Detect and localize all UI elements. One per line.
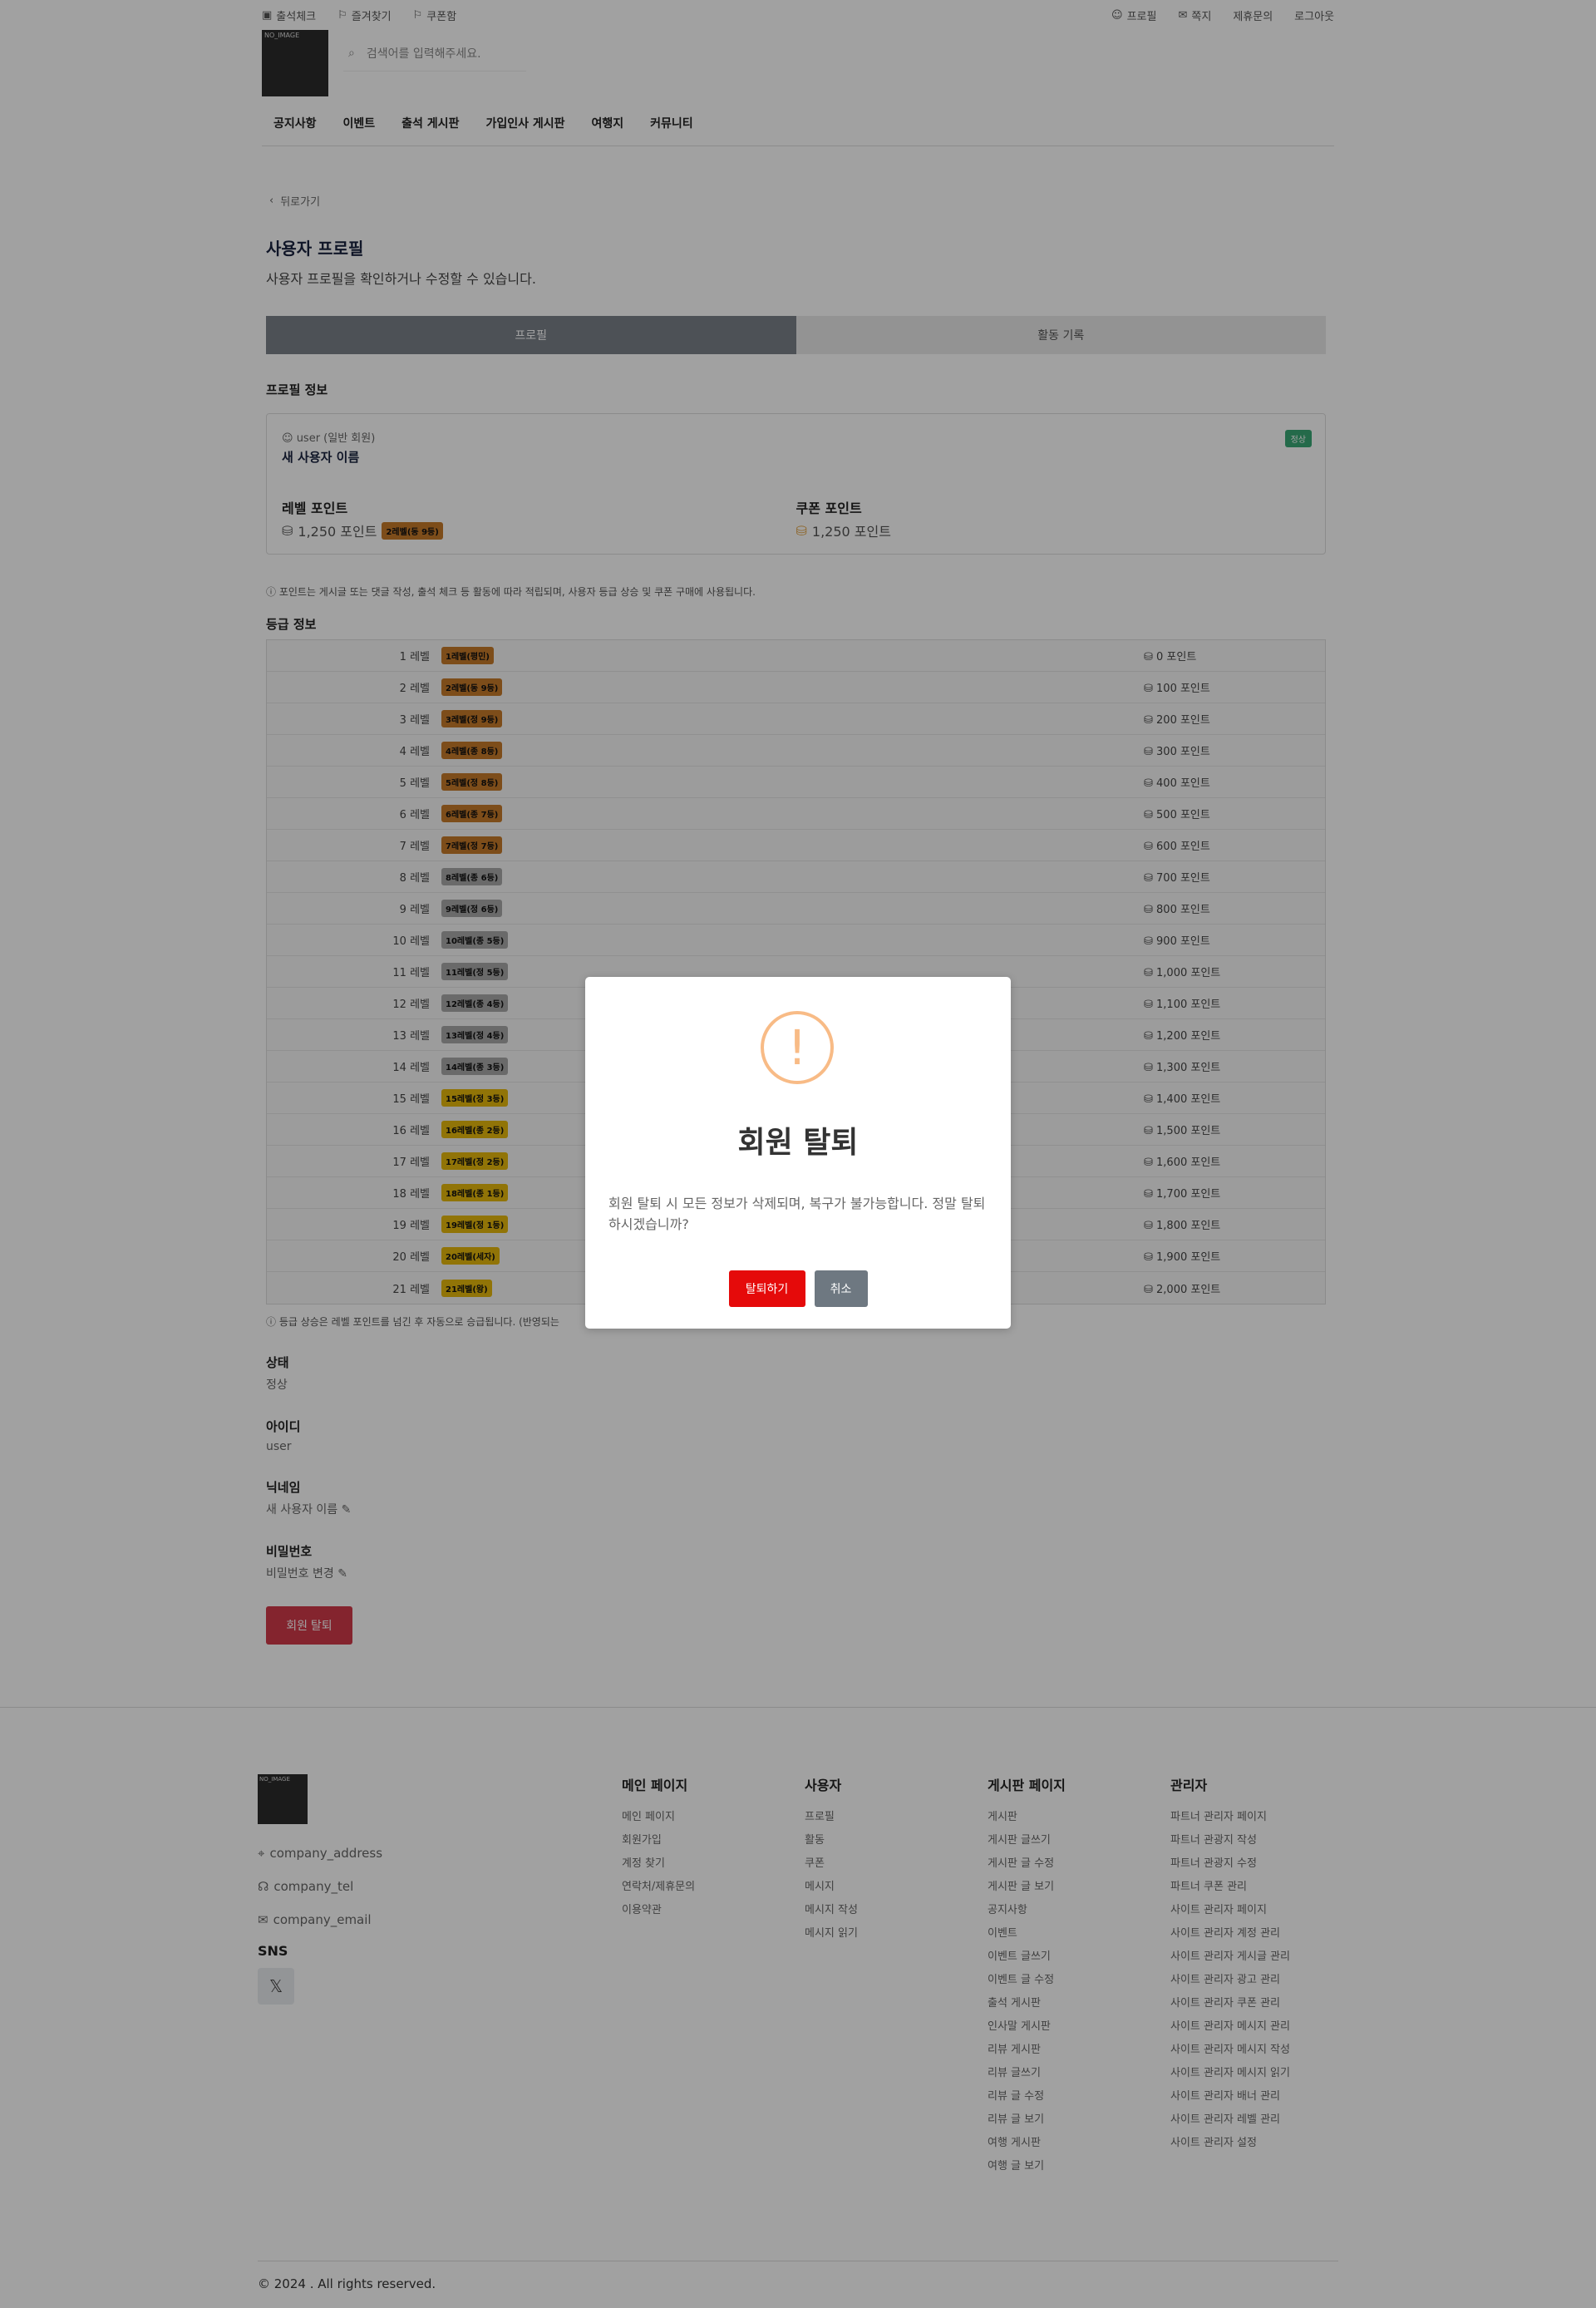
withdraw-modal: ! 회원 탈퇴 회원 탈퇴 시 모든 정보가 삭제되며, 복구가 불가능합니다.… (585, 977, 1011, 1329)
modal-actions: 탈퇴하기 취소 (585, 1270, 1011, 1307)
confirm-withdraw-button[interactable]: 탈퇴하기 (728, 1270, 805, 1307)
warning-icon: ! (761, 1011, 834, 1084)
modal-text: 회원 탈퇴 시 모든 정보가 삭제되며, 복구가 불가능합니다. 정말 탈퇴하시… (608, 1196, 986, 1232)
modal-backdrop[interactable]: ! 회원 탈퇴 회원 탈퇴 시 모든 정보가 삭제되며, 복구가 불가능합니다.… (0, 0, 1596, 2308)
modal-title: 회원 탈퇴 (737, 1126, 859, 1160)
cancel-button[interactable]: 취소 (814, 1270, 868, 1307)
